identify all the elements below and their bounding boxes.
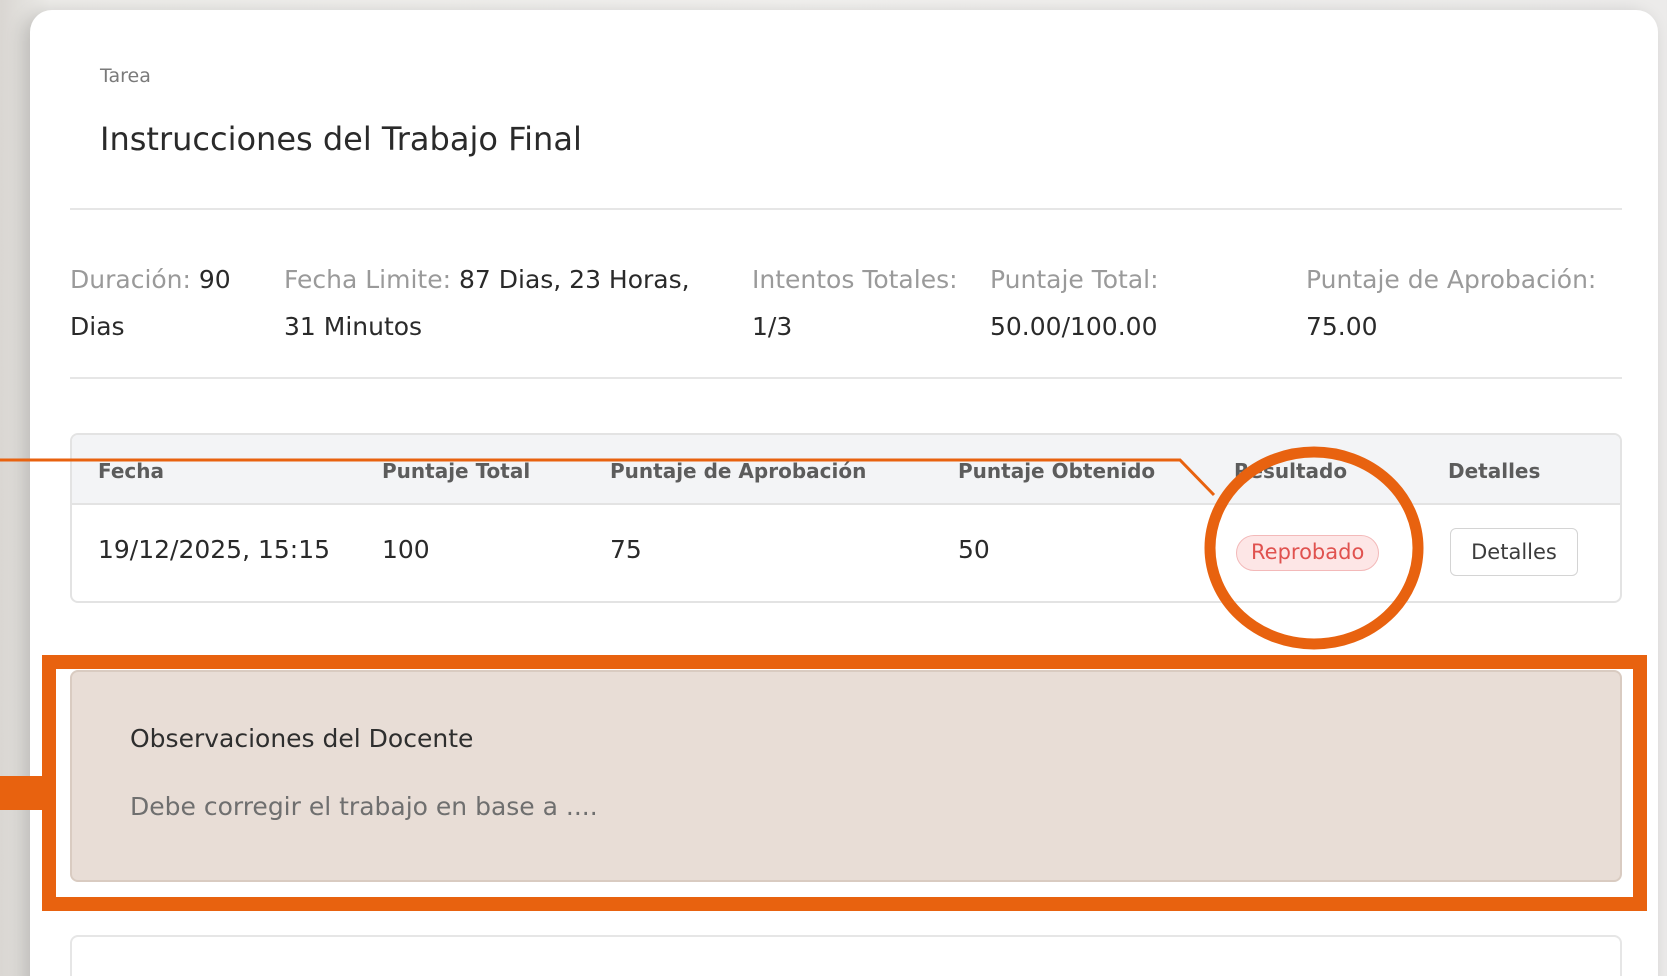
cell-fecha: 19/12/2025, 15:15 xyxy=(98,535,331,564)
stat-label: Intentos Totales: xyxy=(752,265,958,294)
stat-value: 50.00/100.00 xyxy=(990,312,1158,341)
next-section-card xyxy=(70,935,1622,976)
stat-total-score: Puntaje Total: 50.00/100.00 xyxy=(990,256,1250,350)
stat-deadline: Fecha Limite: 87 Dias, 23 Horas, 31 Minu… xyxy=(284,256,724,350)
stat-label: Puntaje Total: xyxy=(990,265,1159,294)
cell-puntaje-obtenido: 50 xyxy=(958,535,990,564)
column-header-puntaje-obtenido: Puntaje Obtenido xyxy=(958,459,1156,483)
divider xyxy=(70,208,1622,210)
stat-label: Duración: xyxy=(70,265,191,294)
task-eyebrow: Tarea xyxy=(100,65,151,87)
observations-text: Debe corregir el trabajo en base a .... xyxy=(130,792,598,821)
status-badge: Reprobado xyxy=(1236,535,1380,571)
stat-passing-score: Puntaje de Aprobación: 75.00 xyxy=(1306,256,1636,350)
details-button[interactable]: Detalles xyxy=(1450,528,1578,576)
stat-duration: Duración: 90 Dias xyxy=(70,256,260,350)
column-header-resultado: Resultado xyxy=(1234,459,1348,483)
stat-label: Fecha Limite: xyxy=(284,265,452,294)
column-header-detalles: Detalles xyxy=(1448,459,1541,483)
column-header-fecha: Fecha xyxy=(98,459,165,483)
page-title: Instrucciones del Trabajo Final xyxy=(100,120,582,158)
attempts-table: Fecha Puntaje Total Puntaje de Aprobació… xyxy=(70,433,1622,603)
cell-puntaje-aprobacion: 75 xyxy=(610,535,642,564)
table-header: Fecha Puntaje Total Puntaje de Aprobació… xyxy=(72,435,1620,505)
stat-attempts: Intentos Totales: 1/3 xyxy=(752,256,982,350)
column-header-puntaje-aprobacion: Puntaje de Aprobación xyxy=(610,459,867,483)
divider xyxy=(70,377,1622,379)
cell-puntaje-total: 100 xyxy=(382,535,430,564)
stat-label: Puntaje de Aprobación: xyxy=(1306,265,1597,294)
column-header-puntaje-total: Puntaje Total xyxy=(382,459,531,483)
stat-value: 75.00 xyxy=(1306,312,1378,341)
observations-title: Observaciones del Docente xyxy=(130,724,474,753)
stat-value: 1/3 xyxy=(752,312,793,341)
teacher-observations-panel: Observaciones del Docente Debe corregir … xyxy=(70,670,1622,882)
